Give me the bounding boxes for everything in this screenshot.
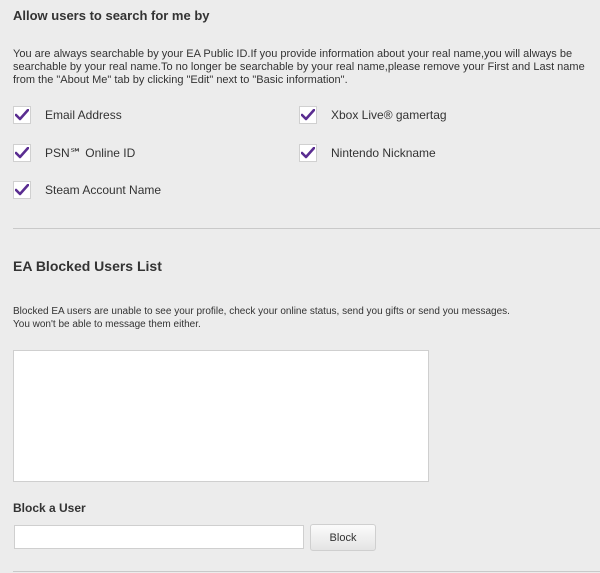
block-user-title: Block a User [13,501,86,515]
blocked-users-list[interactable] [13,350,429,482]
search-section-title: Allow users to search for me by [13,8,210,23]
option-steam-account-name[interactable]: Steam Account Name [13,181,161,199]
option-label: Steam Account Name [45,183,162,197]
checkbox-psn-online-id[interactable] [13,144,31,162]
checkmark-icon [15,109,29,121]
option-label: Nintendo Nickname [331,146,436,160]
option-label: Xbox Live® gamertag [331,108,447,122]
blocked-list-description: Blocked EA users are unable to see your … [13,305,593,331]
checkbox-nintendo-nickname[interactable] [299,144,317,162]
checkbox-xbox-gamertag[interactable] [299,106,317,124]
checkbox-email-address[interactable] [13,106,31,124]
blocked-list-title: EA Blocked Users List [13,258,162,274]
checkmark-icon [15,184,29,196]
option-psn-online-id[interactable]: PSN℠ Online ID [13,144,135,162]
section-divider [13,228,600,229]
blocked-description-line-2: You won't be able to message them either… [13,319,201,330]
blocked-description-line-1: Blocked EA users are unable to see your … [13,306,510,317]
checkmark-icon [15,147,29,159]
option-label: Email Address [45,108,122,122]
option-email-address[interactable]: Email Address [13,106,122,124]
option-nintendo-nickname[interactable]: Nintendo Nickname [299,144,436,162]
block-user-input[interactable] [14,525,304,549]
checkmark-icon [301,147,315,159]
bottom-divider [13,571,600,572]
search-description: You are always searchable by your EA Pub… [13,48,585,86]
checkbox-steam-account-name[interactable] [13,181,31,199]
block-button[interactable]: Block [310,524,376,551]
option-label: PSN℠ Online ID [45,146,136,160]
checkmark-icon [301,109,315,121]
option-xbox-gamertag[interactable]: Xbox Live® gamertag [299,106,447,124]
